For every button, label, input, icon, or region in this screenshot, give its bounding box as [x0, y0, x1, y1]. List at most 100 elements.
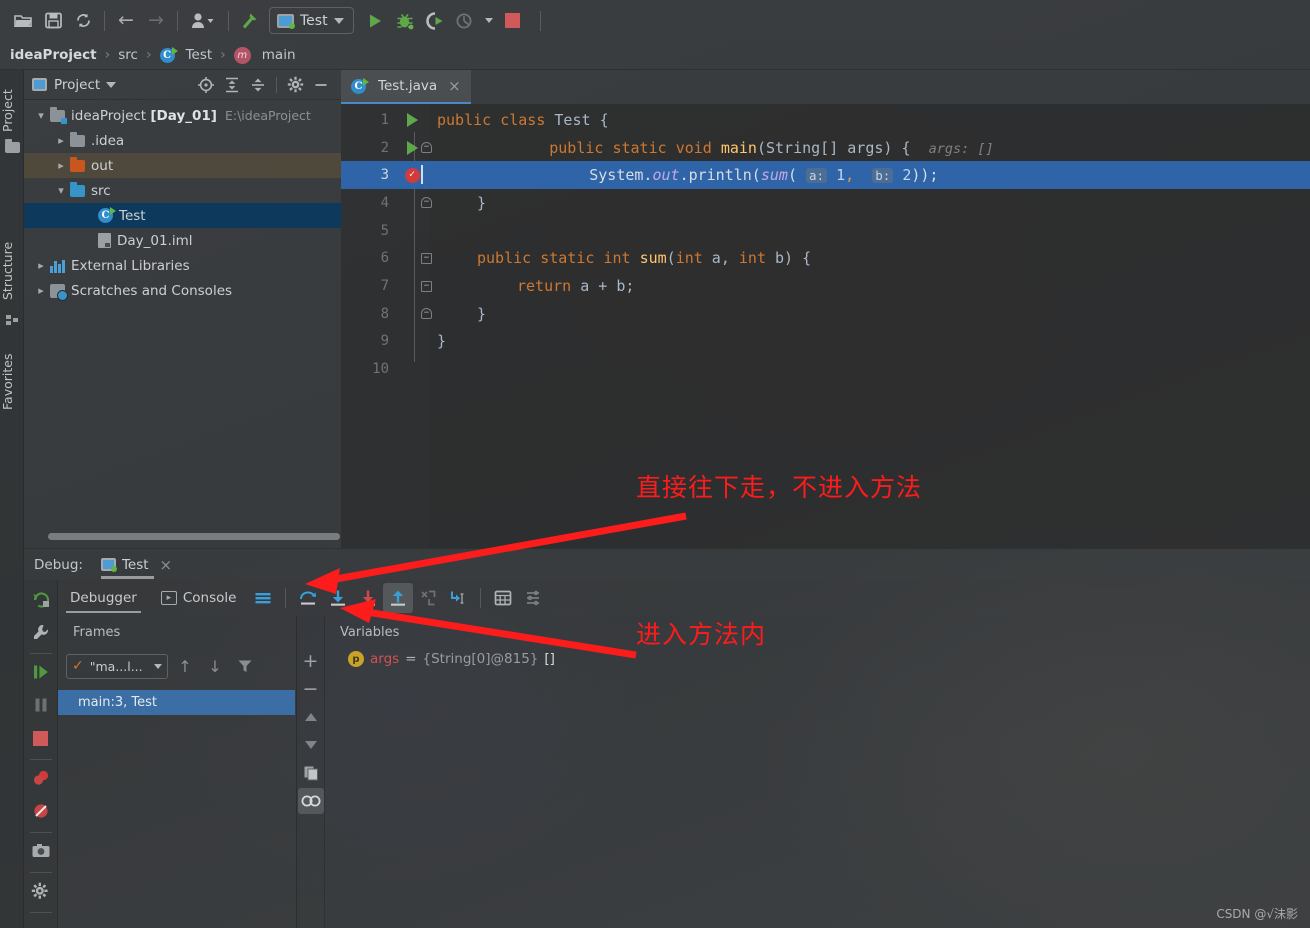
mute-breakpoints-icon[interactable] [26, 796, 56, 826]
tab-console[interactable]: ▸ Console [149, 580, 249, 616]
code-token: a, [702, 249, 739, 268]
settings-wrench-icon[interactable] [26, 617, 56, 647]
save-icon[interactable] [38, 6, 68, 36]
code-line: 8 − } [341, 300, 1310, 328]
chevron-down-icon[interactable]: ▾ [32, 110, 50, 121]
sidebar-tab-structure[interactable]: Structure [0, 230, 24, 300]
stop-icon[interactable] [26, 723, 56, 753]
fold-icon[interactable]: − [421, 280, 432, 292]
resume-program-icon[interactable] [26, 657, 56, 687]
thread-selector[interactable]: ✓ "ma...l... [66, 653, 168, 679]
tree-node-external-libraries[interactable]: ▸ External Libraries [24, 253, 341, 278]
run-to-cursor-icon[interactable] [443, 583, 473, 613]
profile-button[interactable] [450, 6, 480, 36]
debug-button[interactable] [390, 6, 420, 36]
folder-orange-icon [70, 156, 85, 172]
tree-node-scratches[interactable]: ▸ Scratches and Consoles [24, 278, 341, 303]
evaluate-expression-icon[interactable] [488, 583, 518, 613]
down-arrow-icon[interactable]: ↓ [202, 653, 228, 679]
breakpoint-icon[interactable]: ✓ [395, 167, 429, 183]
chevron-down-icon[interactable]: ▾ [52, 185, 70, 196]
sync-icon[interactable] [68, 6, 98, 36]
breadcrumb-item-project[interactable]: ideaProject [10, 47, 97, 63]
build-hammer-icon[interactable] [235, 6, 265, 36]
sidebar-tab-project[interactable]: Project [0, 74, 24, 132]
chevron-right-icon[interactable]: ▸ [52, 160, 70, 171]
add-icon[interactable]: + [298, 648, 324, 674]
variable-equals: = [405, 651, 417, 667]
sidebar-tab-favorites[interactable]: Favorites [0, 340, 24, 410]
step-out-icon[interactable] [383, 583, 414, 613]
run-button[interactable] [360, 6, 390, 36]
tree-node-ideaproject[interactable]: ▾ ideaProject [Day_01] E:\ideaProject [24, 103, 341, 128]
line-number: 7 [380, 278, 389, 295]
minimize-icon[interactable] [309, 73, 333, 97]
breadcrumb-item-src[interactable]: src [118, 47, 138, 63]
run-configuration-selector[interactable]: Test [269, 7, 354, 34]
fold-end-icon[interactable]: − [421, 197, 432, 209]
rerun-icon[interactable] [26, 584, 56, 614]
tree-node-label: Test [119, 207, 146, 224]
code-line: 6 − public static int sum(int a, int b) … [341, 245, 1310, 273]
gear-icon[interactable] [283, 73, 307, 97]
forward-arrow-icon[interactable]: → [141, 6, 171, 36]
tab-debugger[interactable]: Debugger [58, 580, 149, 616]
watches-icon[interactable] [297, 788, 324, 814]
tree-node-path: E:\ideaProject [224, 108, 311, 123]
close-icon[interactable]: × [160, 556, 173, 574]
chevron-right-icon[interactable]: ▸ [32, 285, 50, 296]
up-icon[interactable] [298, 704, 324, 730]
tree-node-idea[interactable]: ▸ .idea [24, 128, 341, 153]
left-tool-rail: Project Structure Favorites [0, 70, 24, 928]
debug-tool-window-header: Debug: Test × [24, 548, 1310, 580]
libraries-icon [50, 259, 65, 273]
step-into-icon[interactable] [323, 583, 353, 613]
settings-gear-icon[interactable] [26, 876, 56, 906]
fold-end-icon[interactable]: − [421, 308, 432, 320]
fold-icon[interactable]: − [421, 252, 432, 264]
layout-settings-icon[interactable] [518, 583, 548, 613]
run-gutter-icon[interactable]: − [395, 140, 432, 155]
debug-session-tab[interactable]: Test × [100, 549, 173, 581]
locate-icon[interactable] [194, 73, 218, 97]
show-execution-point-icon[interactable] [248, 583, 278, 613]
project-panel-horizontal-scrollbar[interactable] [48, 533, 340, 540]
step-over-icon[interactable] [293, 583, 323, 613]
tree-node-out[interactable]: ▸ out [24, 153, 341, 178]
profile-dropdown-icon[interactable] [480, 6, 498, 36]
force-step-into-icon[interactable] [353, 583, 383, 613]
drop-frame-icon[interactable] [413, 583, 443, 613]
chevron-right-icon[interactable]: ▸ [32, 260, 50, 271]
chevron-down-icon[interactable] [106, 81, 117, 88]
chevron-down-icon[interactable] [154, 663, 162, 669]
tree-node-iml[interactable]: Day_01.iml [24, 228, 341, 253]
down-icon[interactable] [298, 732, 324, 758]
back-arrow-icon[interactable]: ← [111, 6, 141, 36]
editor-tab-test-java[interactable]: C Test.java × [341, 70, 471, 104]
run-gutter-icon[interactable] [395, 112, 429, 127]
close-icon[interactable]: × [448, 77, 461, 95]
run-with-coverage-button[interactable] [420, 6, 450, 36]
pause-program-icon[interactable] [26, 690, 56, 720]
filter-icon[interactable] [232, 653, 258, 679]
view-breakpoints-icon[interactable] [26, 763, 56, 793]
up-arrow-icon[interactable]: ↑ [172, 653, 198, 679]
remove-icon[interactable]: − [298, 676, 324, 702]
tree-node-src[interactable]: ▾ src [24, 178, 341, 203]
user-icon[interactable] [184, 6, 222, 36]
chevron-right-icon[interactable]: ▸ [52, 135, 70, 146]
breadcrumb-item-method[interactable]: m main [233, 46, 296, 64]
stop-button[interactable] [498, 6, 528, 36]
copy-icon[interactable] [298, 760, 324, 786]
collapse-all-icon[interactable] [246, 73, 270, 97]
line-number: 8 [380, 305, 389, 322]
open-folder-icon[interactable] [8, 6, 38, 36]
expand-all-icon[interactable] [220, 73, 244, 97]
screenshot-icon[interactable] [26, 836, 56, 866]
parameter-badge-icon: p [348, 651, 364, 667]
chevron-down-icon[interactable] [333, 17, 344, 24]
tree-node-test[interactable]: C Test [24, 203, 341, 228]
frame-list-item[interactable]: main:3, Test [58, 690, 295, 715]
variable-row-args[interactable]: p args = {String[0]@815} [] [348, 651, 555, 667]
breadcrumb-item-class[interactable]: C Test [159, 46, 212, 63]
